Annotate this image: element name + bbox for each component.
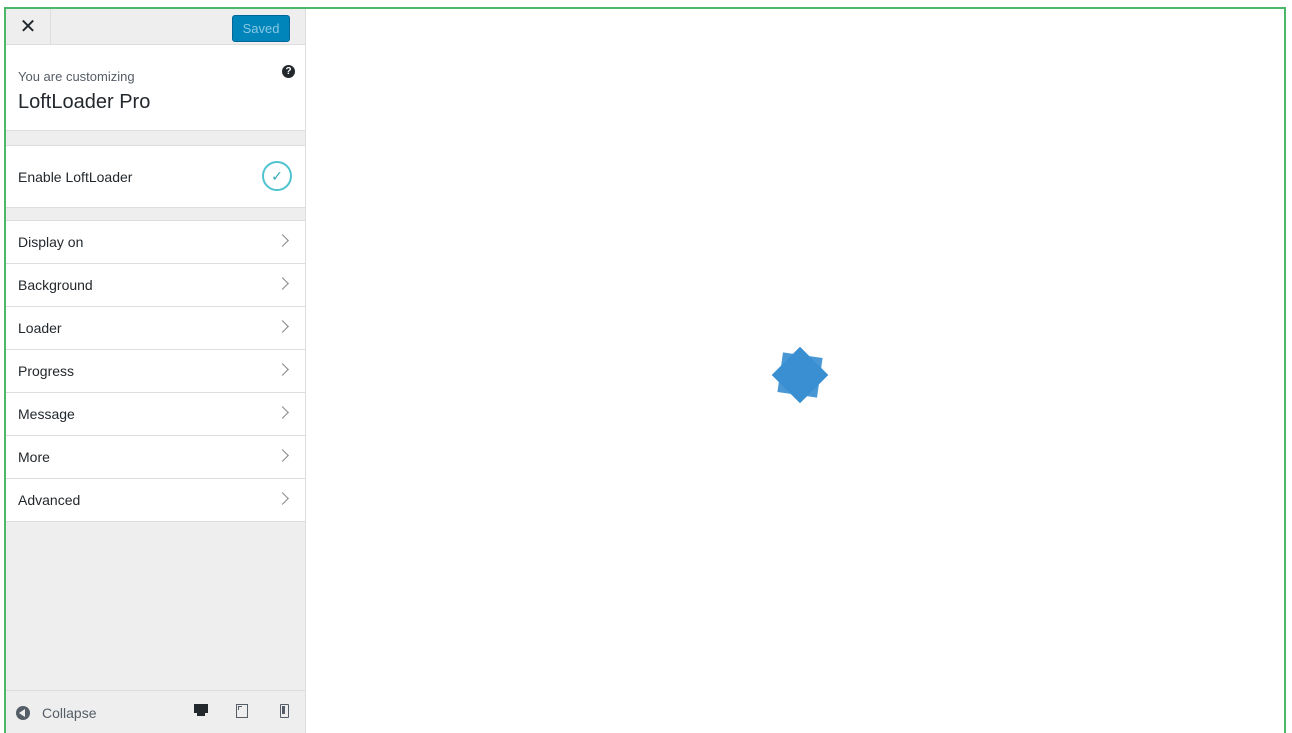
enable-loftloader-label: Enable LoftLoader bbox=[18, 169, 133, 185]
collapse-button[interactable]: Collapse bbox=[16, 703, 96, 723]
checkmark-icon: ✓ bbox=[271, 167, 283, 184]
mobile-icon[interactable] bbox=[280, 704, 289, 718]
site-preview bbox=[306, 9, 1284, 733]
section-more[interactable]: More bbox=[6, 436, 305, 479]
section-message[interactable]: Message bbox=[6, 393, 305, 436]
chevron-right-icon bbox=[276, 492, 289, 505]
section-progress[interactable]: Progress bbox=[6, 350, 305, 393]
close-icon: ✕ bbox=[19, 16, 37, 38]
section-display-on[interactable]: Display on bbox=[6, 221, 305, 264]
section-label: Loader bbox=[18, 320, 62, 336]
chevron-right-icon bbox=[276, 363, 289, 376]
collapse-label: Collapse bbox=[42, 705, 97, 721]
customizer-header: ✕ Saved bbox=[6, 9, 305, 45]
help-icon[interactable]: ? bbox=[282, 65, 295, 78]
enable-loftloader-toggle[interactable]: ✓ bbox=[262, 161, 292, 191]
section-advanced[interactable]: Advanced bbox=[6, 479, 305, 522]
section-label: Message bbox=[18, 406, 75, 422]
section-label: Progress bbox=[18, 363, 75, 379]
customizer-info: You are customizing LoftLoader Pro ? bbox=[6, 45, 305, 131]
desktop-icon[interactable] bbox=[194, 704, 208, 716]
chevron-right-icon bbox=[276, 320, 289, 333]
chevron-right-icon bbox=[276, 277, 289, 290]
section-label: Background bbox=[18, 277, 93, 293]
customizer-frame: ✕ Saved You are customizing LoftLoader P… bbox=[4, 7, 1286, 733]
saved-button[interactable]: Saved bbox=[232, 15, 290, 42]
customizing-subtitle: You are customizing bbox=[18, 69, 135, 84]
section-label: Display on bbox=[18, 234, 84, 250]
customizer-sidebar: ✕ Saved You are customizing LoftLoader P… bbox=[6, 9, 306, 733]
section-label: Advanced bbox=[18, 492, 81, 508]
loader-star-icon bbox=[771, 346, 829, 404]
section-menu: Display on Background Loader Progress Me… bbox=[6, 220, 305, 522]
close-button[interactable]: ✕ bbox=[6, 9, 51, 44]
customizer-footer: Collapse bbox=[6, 690, 305, 733]
collapse-arrow-icon bbox=[16, 706, 30, 720]
enable-loftloader-row: Enable LoftLoader ✓ bbox=[6, 145, 305, 208]
section-loader[interactable]: Loader bbox=[6, 307, 305, 350]
section-background[interactable]: Background bbox=[6, 264, 305, 307]
tablet-icon[interactable] bbox=[236, 704, 248, 718]
chevron-right-icon bbox=[276, 449, 289, 462]
section-label: More bbox=[18, 449, 50, 465]
chevron-right-icon bbox=[276, 234, 289, 247]
loader-square-b bbox=[777, 352, 823, 398]
theme-title: LoftLoader Pro bbox=[18, 91, 151, 113]
chevron-right-icon bbox=[276, 406, 289, 419]
